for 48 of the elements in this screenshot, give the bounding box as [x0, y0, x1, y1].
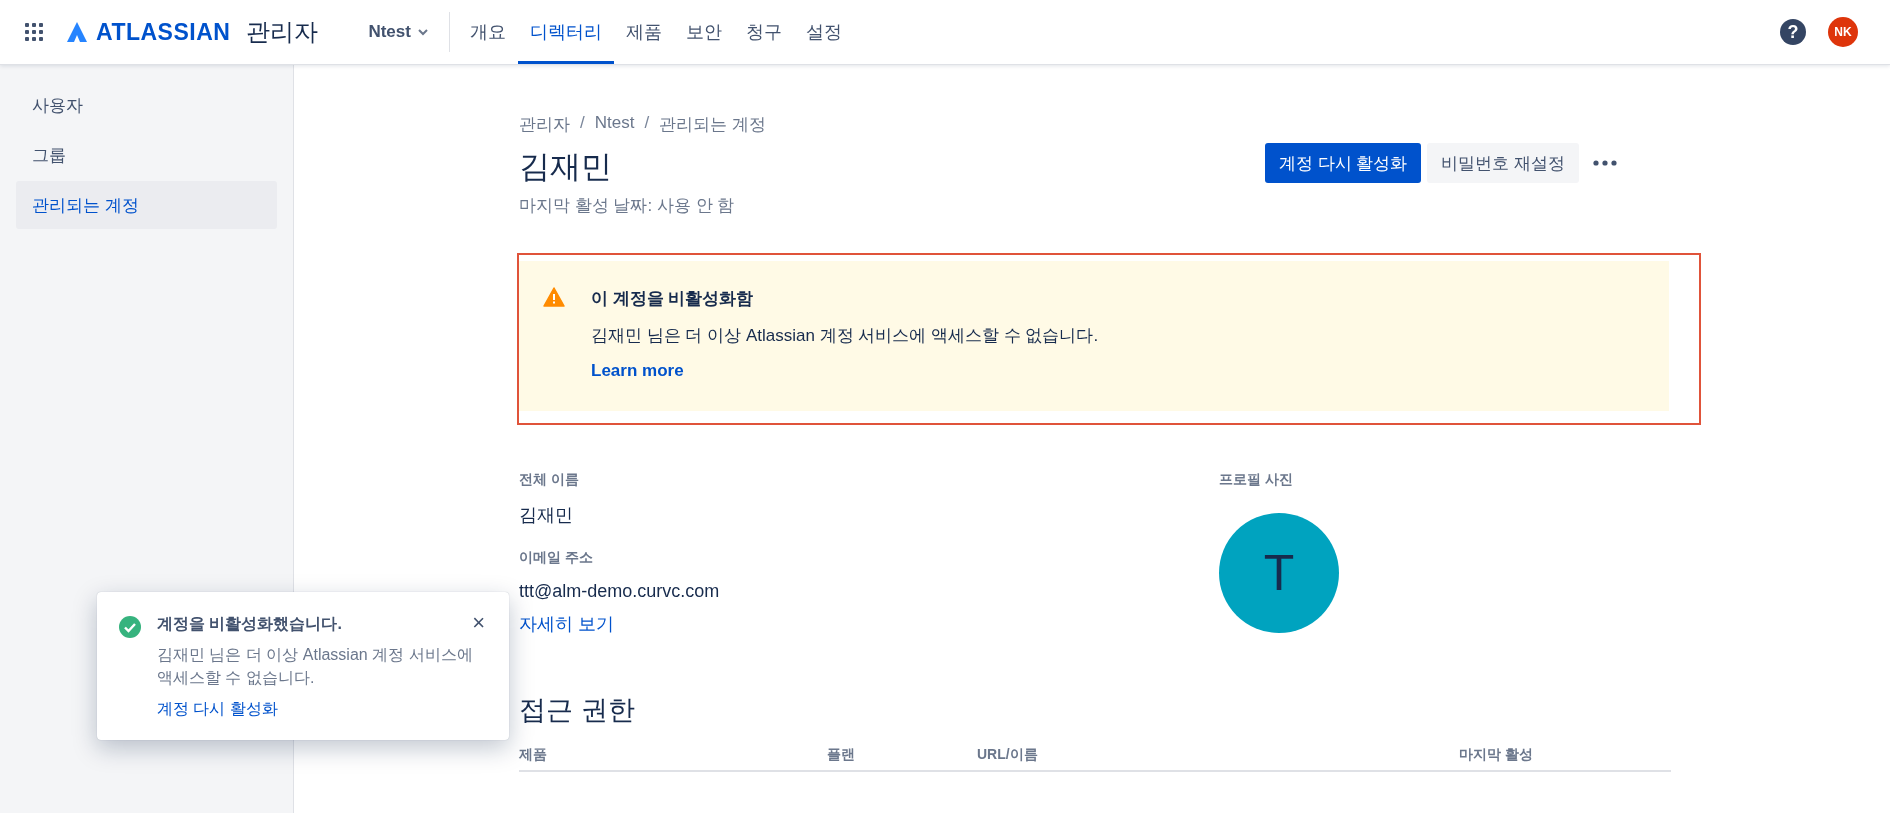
- sidebar-item[interactable]: 그룹: [16, 131, 277, 179]
- breadcrumb-separator: /: [580, 113, 585, 134]
- reactivate-link[interactable]: 계정 다시 활성화: [157, 699, 278, 721]
- nav-tab[interactable]: 디렉터리: [517, 0, 614, 64]
- reset-password-button[interactable]: 비밀번호 재설정: [1427, 143, 1579, 183]
- column-header: 플랜: [827, 746, 856, 764]
- chevron-down-icon: [416, 28, 429, 36]
- details-link[interactable]: 자세히 보기: [519, 612, 1219, 636]
- column-header: URL/이름: [977, 746, 1039, 764]
- warning-icon: [543, 287, 565, 307]
- field-label: 프로필 사진: [1219, 471, 1294, 489]
- user-avatar[interactable]: NK: [1828, 17, 1858, 47]
- app-switcher-icon[interactable]: [24, 22, 44, 42]
- nav-tab[interactable]: 개요: [457, 0, 518, 64]
- reactivate-button[interactable]: 계정 다시 활성화: [1264, 143, 1422, 183]
- column-header: 제품: [519, 746, 548, 764]
- toast-title: 계정을 비활성화했습니다.: [157, 614, 343, 634]
- breadcrumb-link[interactable]: Ntest: [594, 113, 635, 136]
- field-value: 김재민: [519, 504, 574, 527]
- banner-message: 김재민 님은 더 이상 Atlassian 계정 서비스에 액세스할 수 없습니다.: [591, 325, 1100, 347]
- breadcrumb-link[interactable]: 관리자: [519, 113, 570, 136]
- nav-tab[interactable]: 제품: [613, 0, 674, 64]
- org-dropdown[interactable]: Ntest: [368, 12, 450, 52]
- learn-more-link[interactable]: Learn more: [591, 361, 684, 381]
- breadcrumb-link[interactable]: 관리되는 계정: [659, 113, 766, 136]
- close-button[interactable]: ×: [468, 612, 489, 634]
- field-value: ttt@alm-demo.curvc.com: [519, 581, 721, 602]
- field-label: 전체 이름: [519, 471, 580, 489]
- product-name: 관리자: [246, 17, 319, 47]
- toast-message: 김재민 님은 더 이상 Atlassian 계정 서비스에 액세스할 수 없습니다.: [157, 645, 474, 689]
- banner-title: 이 계정을 비활성화함: [591, 288, 755, 310]
- more-icon: [1593, 160, 1617, 166]
- nav-tab[interactable]: 보안: [673, 0, 734, 64]
- sidebar-item[interactable]: 사용자: [16, 81, 277, 129]
- field-label: 이메일 주소: [519, 549, 594, 567]
- sidebar-item[interactable]: 관리되는 계정: [16, 181, 277, 229]
- nav-tab[interactable]: 청구: [733, 0, 794, 64]
- help-icon[interactable]: ?: [1780, 19, 1806, 45]
- section-heading: 접근 권한: [519, 694, 636, 727]
- column-header: 마지막 활성: [1459, 746, 1534, 764]
- profile-avatar: T: [1219, 513, 1339, 633]
- nav-tab[interactable]: 설정: [793, 0, 854, 64]
- breadcrumb-separator: /: [644, 113, 650, 134]
- last-active-text: 마지막 활성 날짜: 사용 안 함: [519, 195, 736, 217]
- logo-wordmark: ATLASSIAN: [96, 18, 231, 46]
- logo-icon: [66, 21, 88, 43]
- success-icon: [118, 615, 142, 639]
- page-title: 김재민: [519, 148, 613, 186]
